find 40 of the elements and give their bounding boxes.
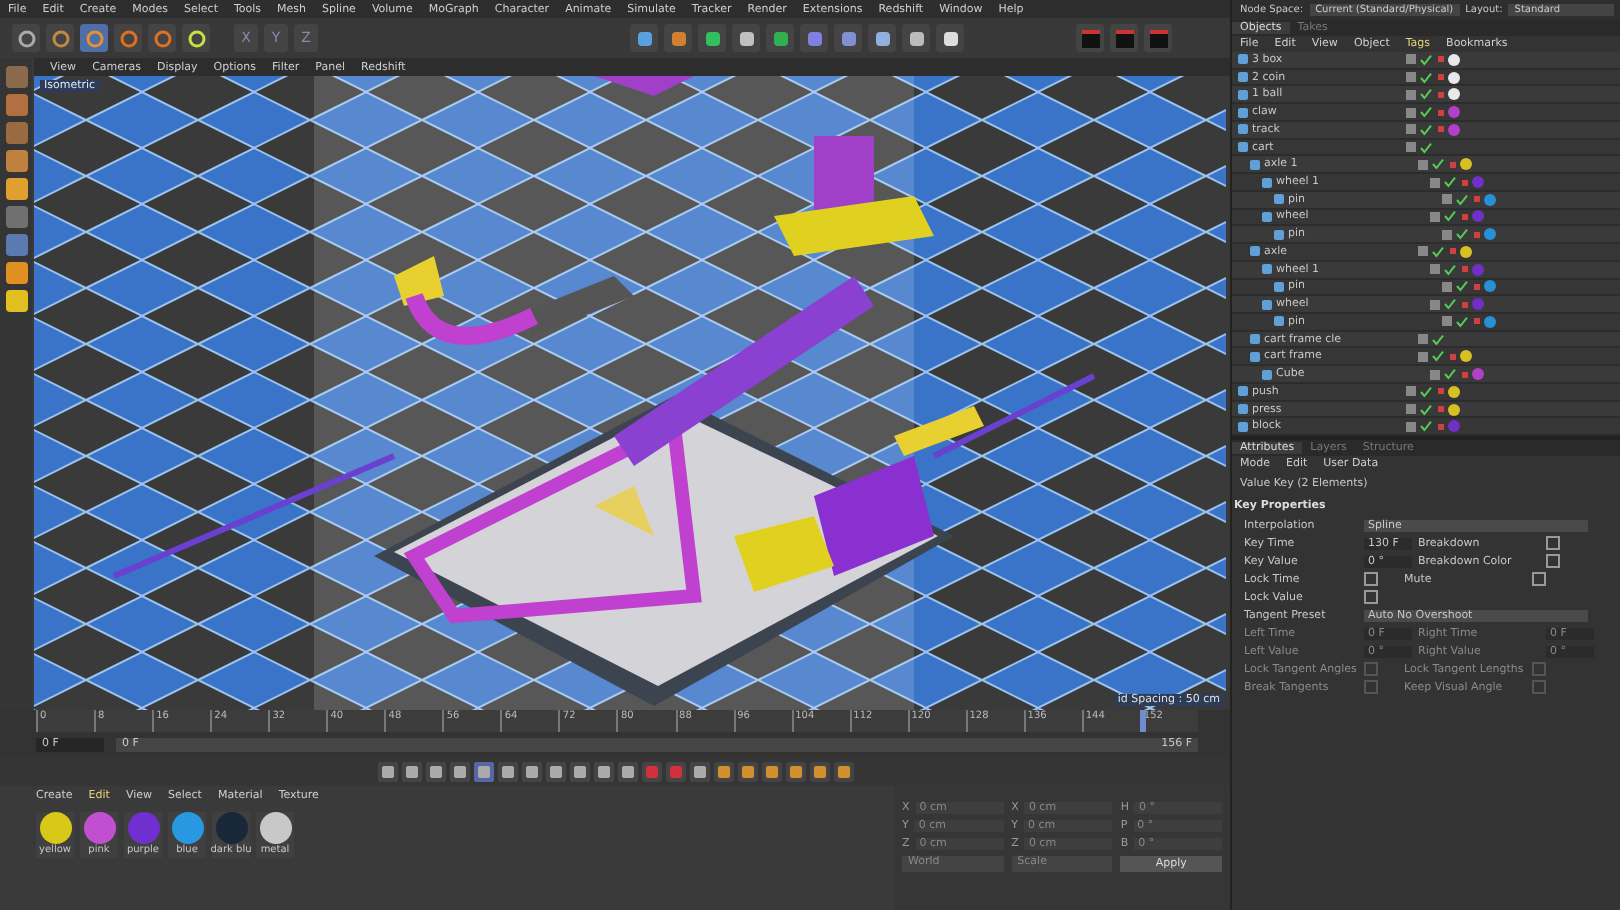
tag-icon [1438, 91, 1444, 98]
tag-icon [1462, 213, 1468, 220]
material-tag-icon[interactable] [1448, 403, 1460, 416]
tag-icon [1450, 353, 1456, 360]
tool-icon[interactable] [5, 234, 27, 256]
tag-icon [1474, 283, 1480, 290]
tag-icon [1438, 109, 1444, 116]
tag-icon [1462, 179, 1468, 185]
tag-icon [1438, 126, 1444, 133]
tag-icon [1474, 196, 1480, 203]
tag-icon [1438, 423, 1444, 430]
checkbox[interactable] [1364, 590, 1378, 604]
tag-icon [1474, 231, 1480, 238]
checkbox[interactable] [1364, 572, 1378, 586]
tool-icon[interactable] [5, 262, 27, 284]
tag-icon [1462, 301, 1468, 308]
checkbox[interactable] [1532, 572, 1546, 586]
tool-icon[interactable] [5, 94, 27, 116]
tag-icon [1462, 266, 1468, 273]
material-tag-icon[interactable] [1448, 53, 1460, 66]
tag-icon [1438, 388, 1444, 395]
material-tag-icon[interactable] [1448, 385, 1460, 398]
checkbox[interactable] [1546, 554, 1560, 568]
material-tag-icon[interactable] [1448, 71, 1460, 84]
material-tag-icon[interactable] [1448, 88, 1460, 101]
tool-icon[interactable] [5, 290, 27, 312]
tag-icon [1438, 56, 1444, 63]
tag-icon [1450, 248, 1456, 255]
material-tag-icon[interactable] [1460, 245, 1472, 258]
tool-icon[interactable] [5, 178, 27, 200]
tool-icon[interactable] [5, 150, 27, 172]
playhead[interactable] [1139, 710, 1146, 732]
tag-icon [1462, 371, 1468, 378]
tag-icon [1438, 74, 1444, 81]
tag-icon [1450, 161, 1456, 168]
checkbox[interactable] [1546, 536, 1560, 550]
tag-icon [1438, 406, 1444, 413]
tag-icon [1474, 318, 1480, 325]
material-tag-icon[interactable] [1460, 350, 1472, 363]
material-tag-icon[interactable] [1460, 158, 1472, 171]
